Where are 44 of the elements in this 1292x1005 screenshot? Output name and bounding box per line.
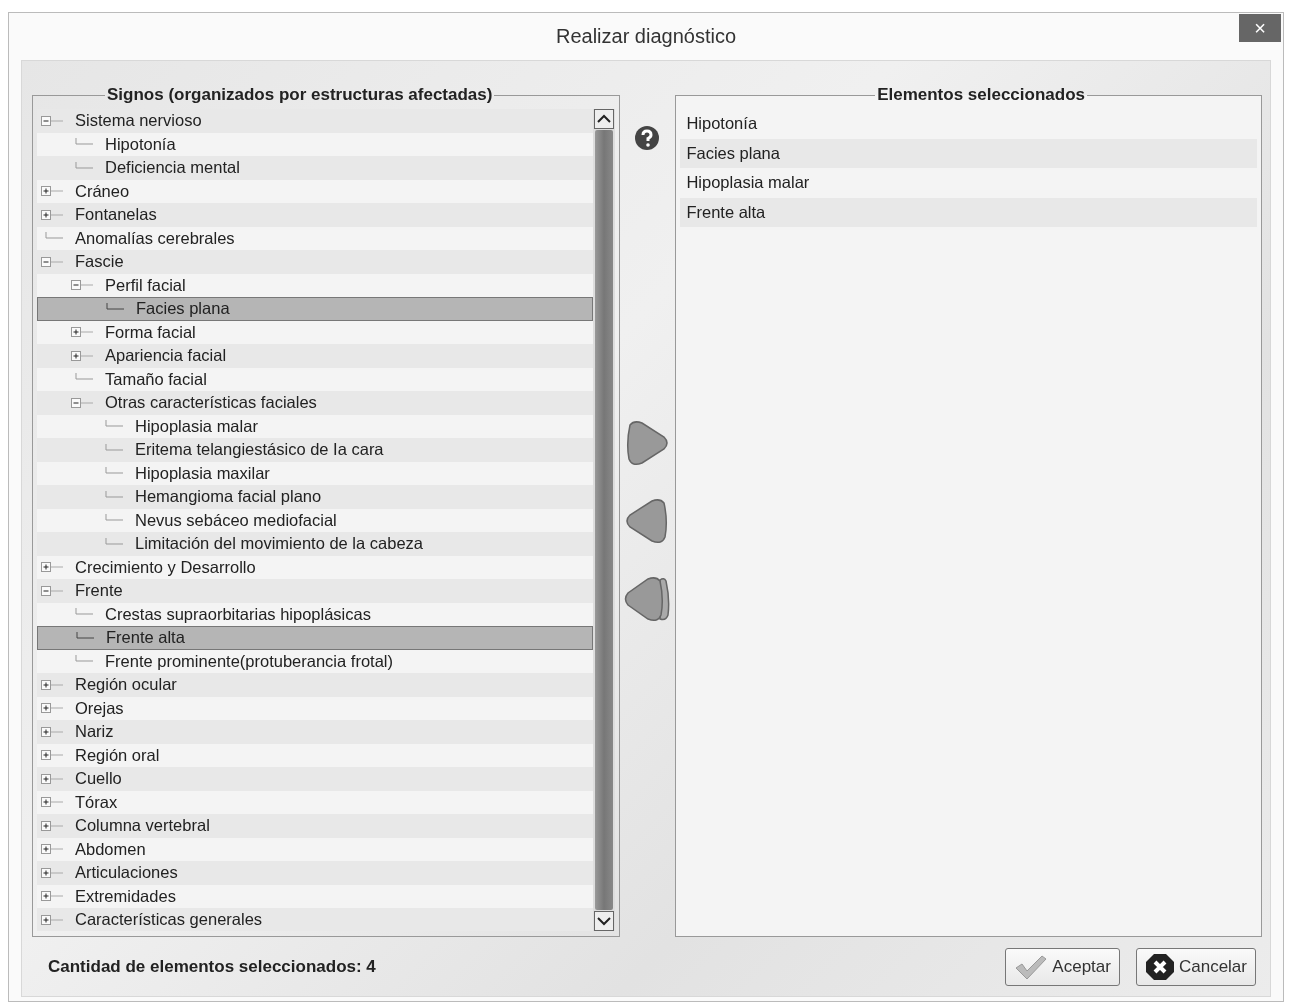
list-item[interactable]: Hipoplasia malar (680, 168, 1257, 198)
tree-item[interactable]: Hipoplasia malar (37, 414, 593, 438)
selected-count: Cantidad de elementos seleccionados: 4 (48, 956, 376, 977)
check-icon (1014, 953, 1049, 980)
tree-item[interactable]: Articulaciones (37, 861, 593, 885)
help-icon[interactable] (634, 125, 661, 151)
tree-item[interactable]: Nevus sebáceo mediofacial (37, 508, 593, 532)
tree-item[interactable]: Limitación del movimiento de la cabeza (37, 532, 593, 556)
tree-item[interactable]: Anomalías cerebrales (37, 226, 593, 250)
scroll-up-icon[interactable] (593, 109, 614, 129)
scroll-thumb[interactable] (594, 130, 613, 910)
group-title: Signos (organizados por estructuras afectadas) (106, 85, 494, 105)
tree-item[interactable]: Región oral (37, 743, 593, 767)
list-item[interactable]: Facies plana (680, 138, 1257, 168)
tree-item[interactable]: Frente (37, 579, 593, 603)
add-arrow-icon[interactable] (624, 419, 671, 467)
accept-button[interactable]: Aceptar (1005, 947, 1120, 986)
tree-item[interactable]: Abdomen (37, 837, 593, 861)
tree-item[interactable]: Tórax (37, 790, 593, 814)
scrollbar[interactable] (592, 109, 615, 931)
tree-item[interactable]: Hipoplasia maxilar (37, 461, 593, 485)
tree-item[interactable]: Forma facial (37, 320, 593, 344)
remove-all-arrow-icon[interactable] (624, 575, 671, 623)
tree-item[interactable]: Extremidades (37, 884, 593, 908)
tree-item[interactable]: Hipotonía (37, 132, 593, 156)
tree-item[interactable]: Crestas supraorbitarias hipoplásicas (37, 602, 593, 626)
tree-item[interactable]: Características generales (37, 908, 593, 931)
list-item[interactable]: Frente alta (680, 197, 1257, 227)
group-title: Elementos seleccionados (876, 85, 1086, 105)
tree-item[interactable]: Tamaño facial (37, 367, 593, 391)
tree-item[interactable]: Cráneo (37, 179, 593, 203)
close-button[interactable]: × (1239, 14, 1281, 42)
window-title: Realizar diagnóstico (555, 25, 737, 48)
tree-item[interactable]: Orejas (37, 696, 593, 720)
tree-item[interactable]: Perfil facial (37, 273, 593, 297)
list-item[interactable]: Hipotonía (680, 109, 1257, 139)
tree-item[interactable]: Crecimiento y Desarrollo (37, 555, 593, 579)
tree-item[interactable]: Frente prominente(protuberancia frotal) (37, 649, 593, 673)
scroll-down-icon[interactable] (593, 911, 614, 931)
tree-item[interactable]: Hemangioma facial plano (37, 485, 593, 509)
cancel-button[interactable]: Cancelar (1135, 947, 1256, 986)
tree-item[interactable]: Facies plana (37, 297, 593, 321)
tree-item[interactable]: Frente alta (37, 626, 593, 650)
close-icon (1144, 952, 1175, 981)
